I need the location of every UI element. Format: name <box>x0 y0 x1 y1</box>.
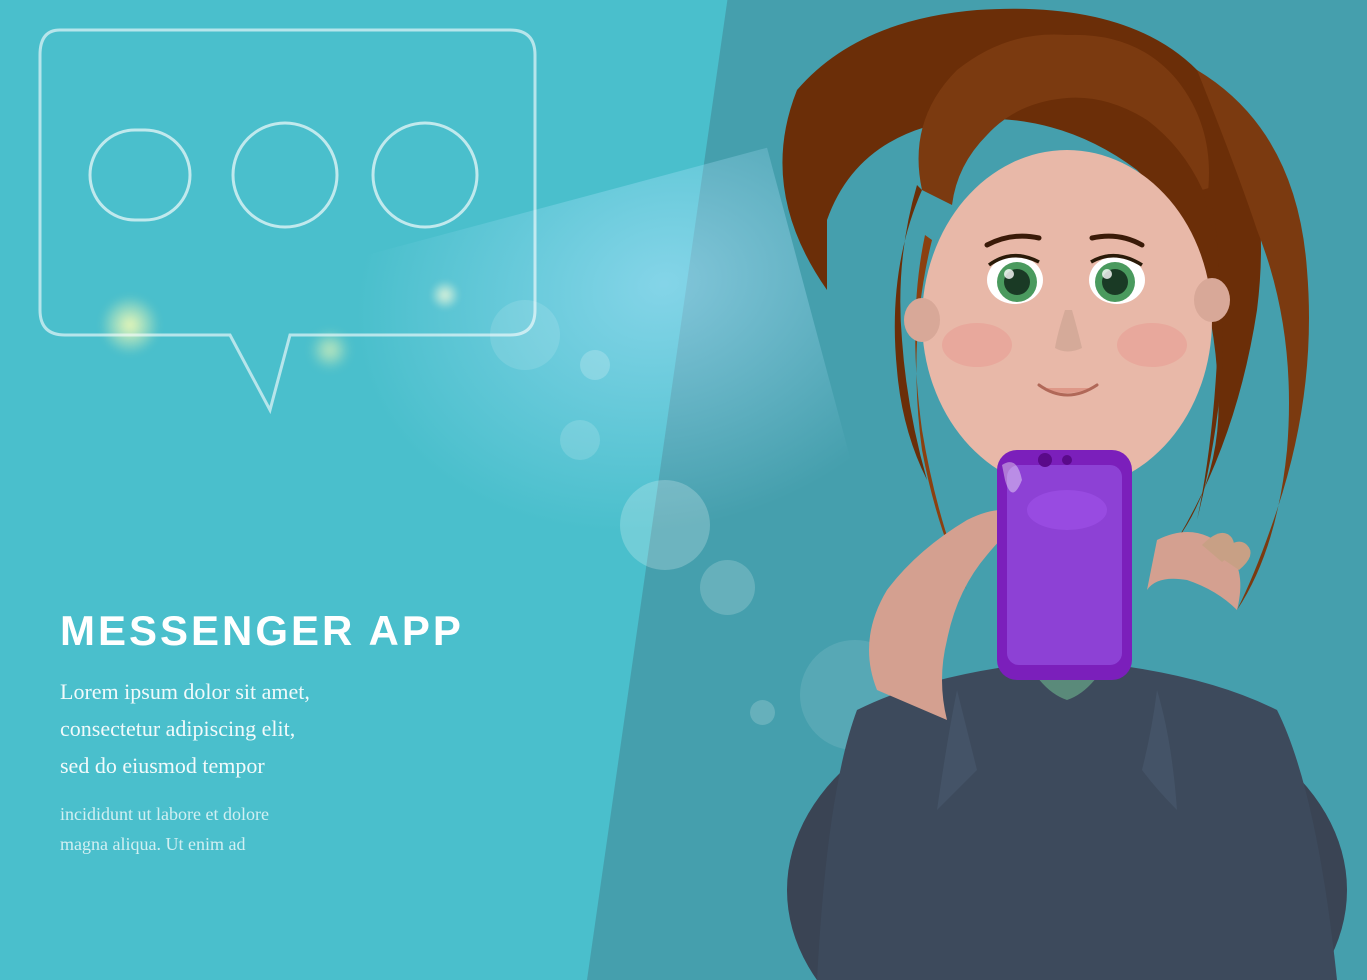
speech-bubble <box>30 20 590 440</box>
character-illustration <box>577 0 1367 980</box>
lorem-main-text: Lorem ipsum dolor sit amet, consectetur … <box>60 673 560 785</box>
text-section: MESSENGER APP Lorem ipsum dolor sit amet… <box>60 607 560 860</box>
lorem-secondary-text: incididunt ut labore et dolore magna ali… <box>60 799 560 860</box>
app-title: MESSENGER APP <box>60 607 560 655</box>
main-scene: MESSENGER APP Lorem ipsum dolor sit amet… <box>0 0 1367 980</box>
